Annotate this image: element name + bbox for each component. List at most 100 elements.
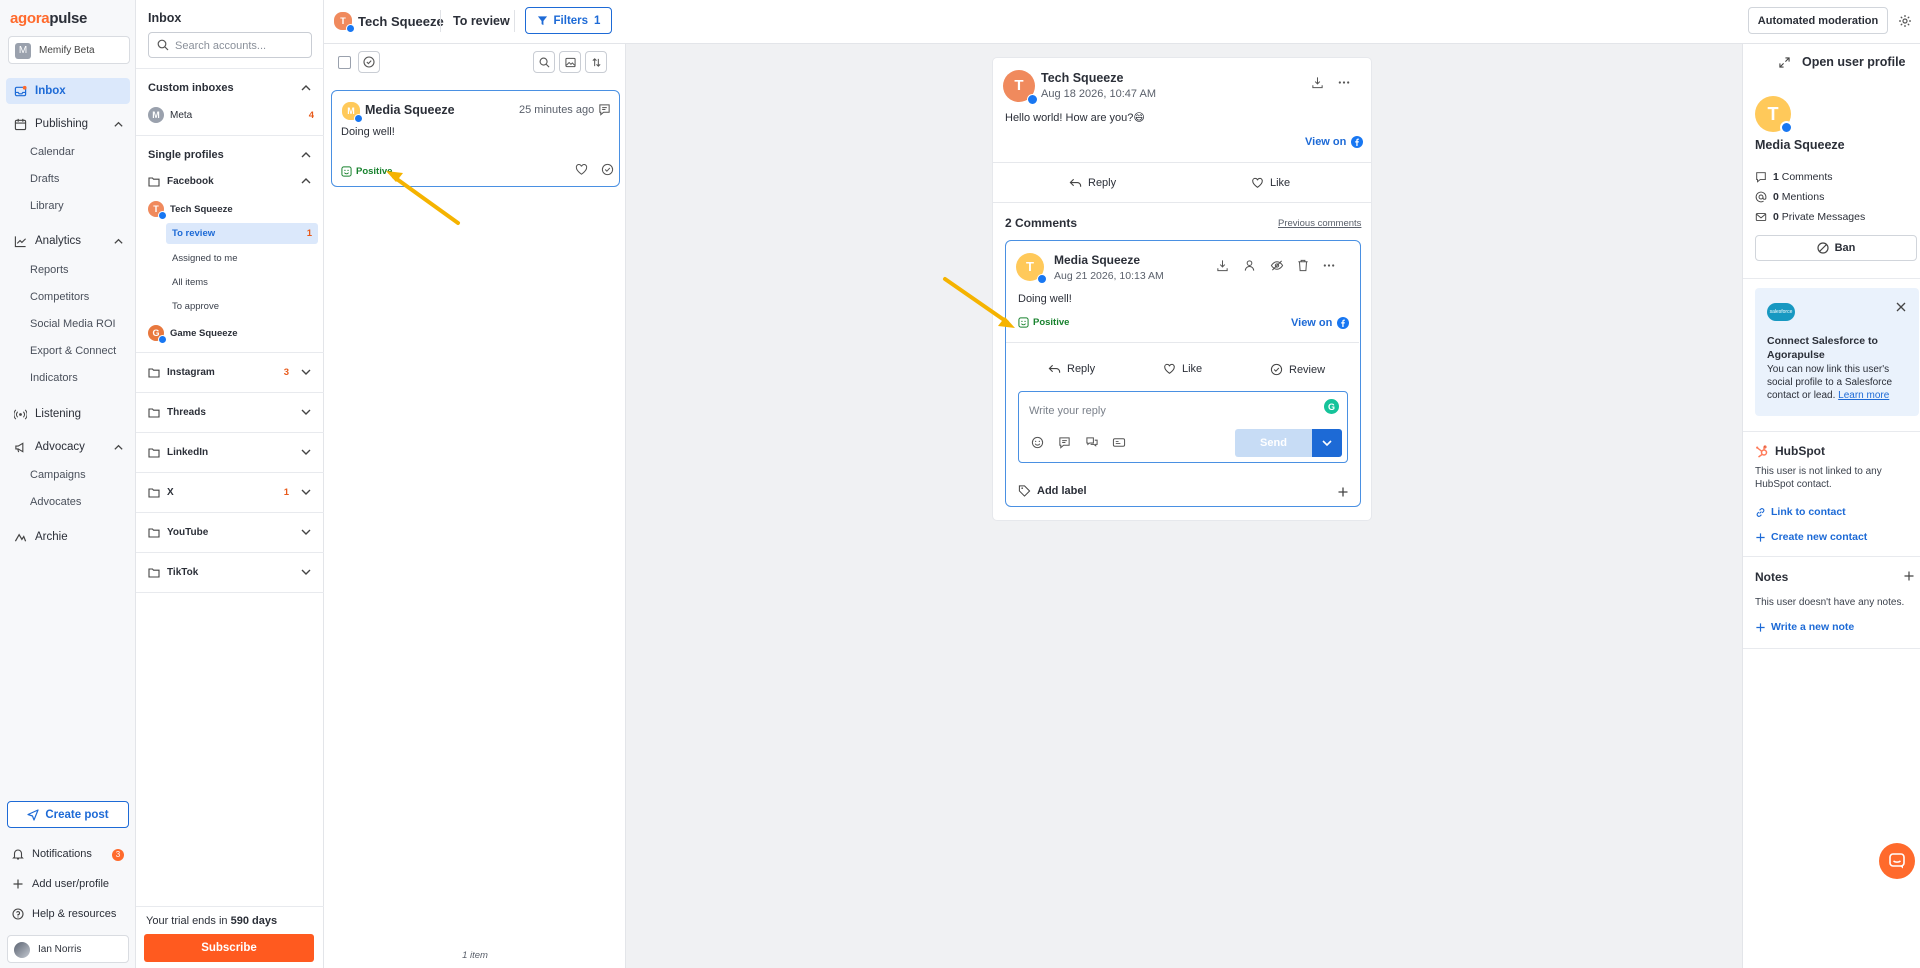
image-view-button[interactable] [559, 51, 581, 73]
add-note-icon[interactable] [1903, 570, 1915, 582]
nav-inbox[interactable]: Inbox [6, 78, 130, 104]
search-items-button[interactable] [533, 51, 555, 73]
inbox-item-card[interactable]: M Media Squeeze 25 minutes ago Doing wel… [331, 90, 620, 187]
nav-library[interactable]: Library [30, 200, 64, 212]
chevron-down-icon[interactable] [300, 566, 312, 578]
select-all-checkbox[interactable] [338, 56, 351, 69]
chevron-down-icon[interactable] [300, 366, 312, 378]
chevron-down-icon[interactable] [300, 526, 312, 538]
chevron-up-icon[interactable] [300, 149, 312, 161]
assign-icon[interactable] [1216, 259, 1229, 272]
chevron-down-icon[interactable] [300, 446, 312, 458]
assign-icon[interactable] [1311, 76, 1324, 89]
nav-social-media-roi[interactable]: Social Media ROI [30, 318, 116, 330]
comment-like-button[interactable]: Like [1163, 363, 1202, 375]
profile-name: Tech Squeeze [358, 14, 444, 29]
nav-analytics[interactable]: Analytics [6, 228, 130, 254]
gear-icon[interactable] [1898, 14, 1912, 28]
user-menu[interactable]: Ian Norris [7, 935, 129, 963]
sub-item-assigned-to-me[interactable]: Assigned to me [166, 248, 318, 269]
gif-icon[interactable] [1112, 436, 1126, 449]
nav-notifications[interactable]: Notifications [12, 848, 92, 860]
automated-moderation-button[interactable]: Automated moderation [1748, 7, 1888, 34]
reply-input[interactable]: Write your reply [1029, 405, 1106, 417]
ban-user-button[interactable]: Ban [1755, 235, 1917, 261]
create-post-button[interactable]: Create post [7, 801, 129, 828]
chevron-up-icon[interactable] [300, 82, 312, 94]
post-reply-button[interactable]: Reply [1069, 177, 1116, 189]
link-to-contact-link[interactable]: Link to contact [1755, 506, 1846, 518]
check-circle-icon[interactable] [601, 163, 614, 176]
comment-icon [599, 104, 610, 116]
create-new-contact-link[interactable]: Create new contact [1755, 531, 1867, 543]
folder-linkedin[interactable]: LinkedIn [148, 446, 318, 458]
nav-drafts[interactable]: Drafts [30, 173, 59, 185]
nav-archie[interactable]: Archie [6, 524, 130, 550]
trash-icon[interactable] [1297, 259, 1309, 272]
comment-view-on-facebook-link[interactable]: View on [1291, 317, 1350, 329]
sub-item-to-approve[interactable]: To approve [166, 296, 318, 317]
nav-advocacy[interactable]: Advocacy [6, 434, 130, 460]
open-user-profile-button[interactable]: Open user profile [1779, 55, 1906, 69]
send-button[interactable]: Send [1235, 429, 1312, 457]
chat-icon [1889, 853, 1905, 869]
support-chat-button[interactable] [1879, 843, 1915, 879]
view-on-facebook-link[interactable]: View on [1305, 136, 1364, 148]
subscribe-button[interactable]: Subscribe [144, 934, 314, 962]
nav-add-user[interactable]: Add user/profile [12, 878, 109, 890]
folder-facebook[interactable]: Facebook [148, 175, 318, 187]
organization-switcher[interactable]: M Memify Beta [8, 36, 130, 64]
conversation-icon[interactable] [1085, 436, 1099, 449]
sort-button[interactable] [585, 51, 607, 73]
emoji-icon[interactable] [1031, 436, 1044, 449]
profile-game-squeeze[interactable]: G Game Squeeze [148, 325, 238, 344]
folder-x[interactable]: X 1 [148, 486, 318, 498]
heart-icon[interactable] [575, 163, 588, 176]
nav-competitors[interactable]: Competitors [30, 291, 89, 303]
close-icon[interactable] [1896, 302, 1906, 312]
post-like-button[interactable]: Like [1251, 177, 1290, 189]
grammarly-icon[interactable]: G [1324, 399, 1339, 414]
sub-item-all-items[interactable]: All items [166, 272, 318, 293]
filters-button[interactable]: Filters 1 [525, 7, 612, 34]
nav-indicators[interactable]: Indicators [30, 372, 78, 384]
previous-comments-link[interactable]: Previous comments [1278, 218, 1361, 229]
nav-calendar[interactable]: Calendar [30, 146, 75, 158]
folder-tiktok[interactable]: TikTok [148, 566, 318, 578]
nav-help[interactable]: Help & resources [12, 908, 116, 920]
write-new-note-link[interactable]: Write a new note [1755, 621, 1854, 633]
custom-inbox-meta[interactable]: M Meta 4 [148, 107, 318, 123]
chevron-up-icon[interactable] [113, 119, 124, 130]
nav-campaigns[interactable]: Campaigns [30, 469, 86, 481]
chevron-up-icon[interactable] [113, 442, 124, 453]
nav-export-connect[interactable]: Export & Connect [30, 345, 116, 357]
add-label-button[interactable]: Add label [1018, 484, 1087, 497]
hide-icon[interactable] [1270, 259, 1284, 272]
chevron-up-icon[interactable] [300, 175, 312, 187]
folder-instagram[interactable]: Instagram 3 [148, 366, 318, 378]
comment-review-button[interactable]: Review [1270, 363, 1325, 376]
profile-tech-squeeze[interactable]: T Tech Squeeze [148, 201, 233, 220]
comment-reply-button[interactable]: Reply [1048, 363, 1095, 375]
agorapulse-logo[interactable]: agorapulse [10, 10, 87, 27]
user-icon[interactable] [1243, 259, 1256, 272]
sub-item-to-review[interactable]: To review 1 [166, 223, 318, 244]
folder-threads[interactable]: Threads [148, 406, 318, 418]
saved-replies-icon[interactable] [1058, 436, 1071, 449]
reply-composer[interactable]: Write your reply G Send [1018, 391, 1348, 463]
chevron-down-icon[interactable] [300, 406, 312, 418]
nav-publishing[interactable]: Publishing [6, 111, 130, 137]
nav-reports[interactable]: Reports [30, 264, 69, 276]
nav-listening[interactable]: Listening [6, 401, 130, 427]
more-options-icon[interactable] [1322, 259, 1336, 272]
send-options-dropdown[interactable] [1312, 429, 1342, 457]
more-options-icon[interactable] [1337, 76, 1351, 89]
plus-icon[interactable] [1337, 486, 1349, 498]
folder-youtube[interactable]: YouTube [148, 526, 318, 538]
search-accounts-input[interactable]: Search accounts... [148, 32, 312, 58]
chevron-up-icon[interactable] [113, 236, 124, 247]
mark-reviewed-button[interactable] [358, 51, 380, 73]
nav-advocates[interactable]: Advocates [30, 496, 81, 508]
chevron-down-icon[interactable] [300, 486, 312, 498]
learn-more-link[interactable]: Learn more [1838, 390, 1889, 401]
